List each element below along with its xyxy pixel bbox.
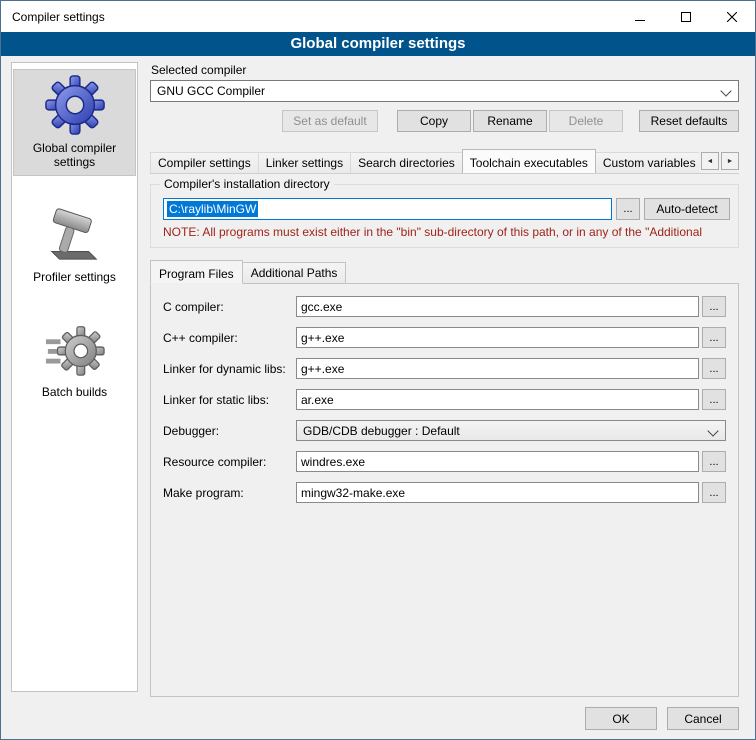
close-icon [727,12,737,22]
installation-directory-row: C:\raylib\MinGW ... Auto-detect [163,198,730,220]
installation-directory-browse-button[interactable]: ... [616,198,640,220]
dynamic-linker-label: Linker for dynamic libs: [163,362,296,376]
subtab-additional-paths[interactable]: Additional Paths [242,262,347,283]
selected-compiler-label: Selected compiler [151,63,739,77]
tab-search-directories[interactable]: Search directories [350,152,463,173]
installation-directory-note: NOTE: All programs must exist either in … [163,225,730,239]
tab-scroll-left-button[interactable]: ◄ [701,152,719,170]
hammer-icon [44,203,106,265]
program-files-panel: C compiler: ... C++ compiler: ... Linker… [150,283,739,697]
set-as-default-button[interactable]: Set as default [282,110,378,132]
make-program-browse-button[interactable]: ... [702,482,726,503]
subtab-program-files[interactable]: Program Files [150,260,243,284]
static-linker-label: Linker for static libs: [163,393,296,407]
minimize-button[interactable] [617,1,663,32]
reset-defaults-button[interactable]: Reset defaults [639,110,739,132]
c-compiler-label: C compiler: [163,300,296,314]
minimize-icon [635,12,645,22]
page-title: Global compiler settings [1,32,755,56]
tab-compiler-settings[interactable]: Compiler settings [150,152,259,173]
c-compiler-browse-button[interactable]: ... [702,296,726,317]
compiler-settings-dialog: Compiler settings Global compiler settin… [0,0,756,740]
window-title: Compiler settings [1,10,105,24]
sidebar-item-label: Profiler settings [33,270,116,284]
chevron-down-icon [720,85,731,96]
sidebar-item-label: Batch builds [42,385,107,399]
dynamic-linker-browse-button[interactable]: ... [702,358,726,379]
cpp-compiler-input[interactable] [296,327,699,348]
blue-gear-icon [44,74,106,136]
cpp-compiler-browse-button[interactable]: ... [702,327,726,348]
toolchain-sub-tab-bar: Program Files Additional Paths [150,260,739,283]
c-compiler-input[interactable] [296,296,699,317]
debugger-value: GDB/CDB debugger : Default [303,424,460,438]
delete-button[interactable]: Delete [549,110,623,132]
static-linker-input[interactable] [296,389,699,410]
arrow-right-icon: ► [727,158,734,165]
chevron-down-icon [707,425,718,436]
window-controls [617,1,755,32]
debugger-select[interactable]: GDB/CDB debugger : Default [296,420,726,441]
resource-compiler-browse-button[interactable]: ... [702,451,726,472]
settings-category-list: Global compiler settings [11,62,138,692]
maximize-icon [681,12,691,22]
cancel-button[interactable]: Cancel [667,707,739,730]
make-program-input[interactable] [296,482,699,503]
selected-compiler-select[interactable]: GNU GCC Compiler [150,80,739,102]
sidebar-item-global-compiler-settings[interactable]: Global compiler settings [13,69,136,176]
auto-detect-button[interactable]: Auto-detect [644,198,730,220]
close-button[interactable] [709,1,755,32]
tab-linker-settings[interactable]: Linker settings [258,152,351,173]
tab-custom-variables[interactable]: Custom variables [595,152,699,173]
dialog-content: Global compiler settings [1,56,755,707]
form-row-cpp-compiler: C++ compiler: ... [163,327,726,348]
selected-compiler-value: GNU GCC Compiler [157,84,265,98]
title-bar: Compiler settings [1,1,755,32]
dynamic-linker-input[interactable] [296,358,699,379]
installation-directory-value: C:\raylib\MinGW [167,201,258,217]
installation-directory-group-label: Compiler's installation directory [160,177,334,191]
form-row-make-program: Make program: ... [163,482,726,503]
compiler-actions: Set as default Copy Rename Delete Reset … [150,110,739,132]
maximize-button[interactable] [663,1,709,32]
rename-button[interactable]: Rename [473,110,547,132]
copy-button[interactable]: Copy [397,110,471,132]
form-row-c-compiler: C compiler: ... [163,296,726,317]
form-row-static-linker: Linker for static libs: ... [163,389,726,410]
resource-compiler-input[interactable] [296,451,699,472]
ok-button[interactable]: OK [585,707,657,730]
sidebar-item-label: Global compiler settings [16,141,133,169]
tab-toolchain-executables[interactable]: Toolchain executables [462,149,596,173]
gray-gear-icon [44,318,106,380]
form-row-resource-compiler: Resource compiler: ... [163,451,726,472]
sidebar-item-profiler-settings[interactable]: Profiler settings [13,198,136,291]
main-tab-bar: Compiler settings Linker settings Search… [150,149,739,174]
static-linker-browse-button[interactable]: ... [702,389,726,410]
form-row-debugger: Debugger: GDB/CDB debugger : Default [163,420,726,441]
dialog-footer: OK Cancel [1,707,755,739]
installation-directory-input[interactable]: C:\raylib\MinGW [163,198,612,220]
resource-compiler-label: Resource compiler: [163,455,296,469]
arrow-left-icon: ◄ [707,158,714,165]
installation-directory-group: Compiler's installation directory C:\ray… [150,184,739,248]
make-program-label: Make program: [163,486,296,500]
tab-scroll-right-button[interactable]: ► [721,152,739,170]
sidebar-item-batch-builds[interactable]: Batch builds [13,313,136,406]
tabs-wrap: Compiler settings Linker settings Search… [150,149,699,173]
main-panel: Selected compiler GNU GCC Compiler Set a… [150,62,739,697]
form-row-dynamic-linker: Linker for dynamic libs: ... [163,358,726,379]
cpp-compiler-label: C++ compiler: [163,331,296,345]
debugger-label: Debugger: [163,424,296,438]
